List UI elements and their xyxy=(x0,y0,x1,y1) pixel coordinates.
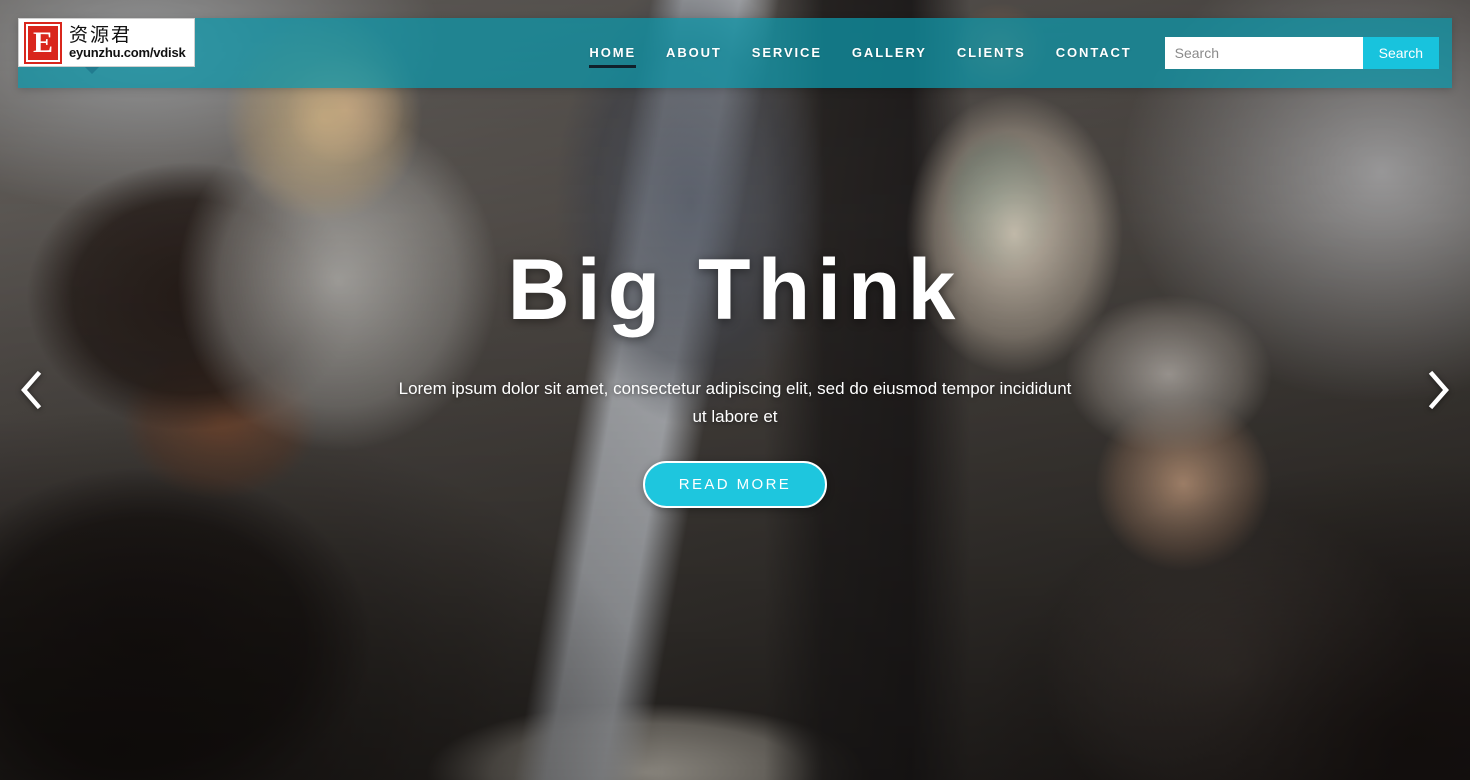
carousel-prev-button[interactable] xyxy=(8,362,54,418)
hero-slider: HOME ABOUT SERVICE GALLERY CLIENTS CONTA… xyxy=(0,0,1470,780)
chevron-left-icon xyxy=(21,370,42,410)
nav-item-clients[interactable]: CLIENTS xyxy=(942,18,1041,88)
chevron-right-icon xyxy=(1428,370,1449,410)
hero-subtitle: Lorem ipsum dolor sit amet, consectetur … xyxy=(398,378,1072,426)
slide-content: Big Think Lorem ipsum dolor sit amet, co… xyxy=(0,0,1470,780)
search-input[interactable] xyxy=(1164,37,1363,69)
nav-item-contact[interactable]: CONTACT xyxy=(1041,18,1147,88)
nav-item-home[interactable]: HOME xyxy=(574,18,651,88)
search-form: Search xyxy=(1164,37,1439,69)
nav-item-service[interactable]: SERVICE xyxy=(737,18,837,88)
site-header: HOME ABOUT SERVICE GALLERY CLIENTS CONTA… xyxy=(18,18,1452,88)
read-more-button[interactable]: READ MORE xyxy=(642,460,828,508)
nav-item-about[interactable]: ABOUT xyxy=(651,18,737,88)
search-button[interactable]: Search xyxy=(1362,37,1439,69)
hero-title: Big Think xyxy=(507,241,963,338)
carousel-next-button[interactable] xyxy=(1416,362,1462,418)
main-navigation: HOME ABOUT SERVICE GALLERY CLIENTS CONTA… xyxy=(574,18,1146,88)
nav-item-gallery[interactable]: GALLERY xyxy=(837,18,942,88)
